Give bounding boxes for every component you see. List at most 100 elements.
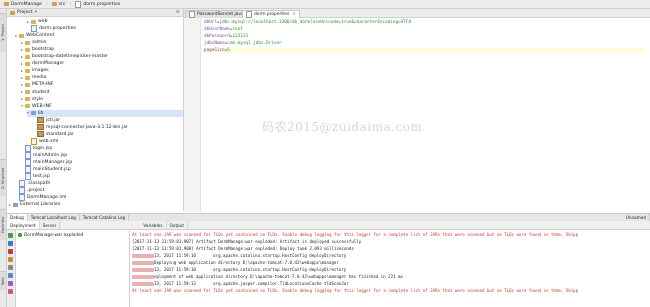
console-line-text: eployment of web application directory D…: [154, 274, 403, 279]
tree-item-label: web.xml: [39, 138, 59, 144]
breadcrumb-label: DormManage: [11, 1, 42, 7]
breadcrumb-file[interactable]: dorm.properties: [75, 0, 120, 8]
editor-gutter: [184, 18, 201, 212]
tool-tab-project[interactable]: 1: Project: [0, 13, 6, 52]
tree-item[interactable]: ▸ media: [21, 74, 46, 81]
tree-item-label: WEB-INF: [32, 103, 52, 109]
console-line-text: [2017-11-13 11:59:01,907] Artifact DormM…: [132, 239, 362, 244]
chevron-right-icon: ›: [69, 1, 72, 7]
console-line-text: 13, 2017 11:59:10 org.apache.catalina.st…: [154, 267, 347, 272]
tool-tab-favorites[interactable]: Favorites: [0, 209, 6, 240]
folder-icon: [25, 61, 30, 66]
properties-file-icon: [75, 0, 82, 8]
console-line: 13, 2017 11:59:10 org.apache.catalina.st…: [132, 253, 346, 258]
breadcrumb-src[interactable]: src ›: [51, 1, 72, 7]
folder-icon: [25, 75, 30, 80]
update-icon[interactable]: [8, 241, 13, 246]
tree-item[interactable]: ▸ admin: [21, 39, 46, 46]
folder-icon: [25, 40, 30, 45]
gear-icon[interactable]: ⚙: [176, 10, 180, 15]
console-line: [2017-11-13 11:59:01,908] Artifact DormM…: [132, 246, 354, 251]
tab-label: dorm.properties: [254, 12, 290, 17]
project-panel-header: Project ▾ ⚙: [7, 9, 183, 17]
tree-item[interactable]: .project: [15, 187, 44, 195]
tree-item[interactable]: ▸ student: [21, 89, 50, 96]
settings-icon[interactable]: [8, 273, 13, 278]
folder-icon: [25, 47, 30, 52]
jar-icon: [37, 124, 44, 131]
tree-item-label: mainManager.jsp: [33, 160, 73, 165]
tree-item-label: dormManager: [32, 61, 65, 67]
code-line: dbUrl=jdbc:mysql://localhost:3306/db_dor…: [204, 20, 411, 25]
breakpoints-icon[interactable]: [8, 257, 13, 262]
tree-item[interactable]: ▾ lib: [27, 109, 183, 117]
pin-icon[interactable]: [8, 281, 13, 286]
tab-deployment[interactable]: Deployment: [7, 221, 40, 229]
console-line-text: At least one JAR was scanned for TLDs ye…: [132, 232, 579, 237]
output-console[interactable]: At least one JAR was scanned for TLDs ye…: [130, 230, 650, 307]
tree-item[interactable]: ▸ style: [21, 96, 43, 103]
tree-item-label: test.jsp: [33, 174, 50, 180]
chevron-right-icon: ›: [45, 1, 48, 7]
stop-icon[interactable]: [8, 249, 13, 254]
tree-item[interactable]: web.xml: [27, 137, 59, 145]
debug-subtab-bar: Deployment Server Variables Output: [7, 221, 650, 230]
console-line: At least one JAR was scanned for TLDs ye…: [132, 288, 578, 293]
tool-tab-web[interactable]: Web: [0, 271, 6, 290]
tree-item[interactable]: mainManager.jsp: [21, 159, 72, 166]
tree-item[interactable]: test.jsp: [21, 173, 50, 181]
breadcrumb-project[interactable]: DormManage ›: [4, 2, 48, 7]
tab-unnamed[interactable]: Unnamed: [623, 214, 650, 221]
tree-item-label: lib: [38, 110, 44, 116]
tree-item-label: mainStudent.jsp: [33, 167, 71, 173]
code-line: dbUserName=root: [204, 27, 243, 32]
tab-dorm-properties[interactable]: dorm.properties ×: [242, 10, 300, 18]
console-line: eployment of web application directory D…: [132, 274, 403, 279]
tree-item[interactable]: ▸ META-INF: [21, 81, 53, 88]
tree-item[interactable]: ▾ WEB-INF: [21, 103, 52, 110]
tree-item[interactable]: ▸ images: [21, 67, 49, 74]
tree-item[interactable]: dorm.properties: [27, 25, 76, 33]
code-editor[interactable]: dbUrl=jdbc:mysql://localhost:3306/db_dor…: [201, 18, 650, 212]
tree-item[interactable]: standard.jar: [33, 131, 74, 138]
tab-variables[interactable]: Variables: [140, 221, 167, 229]
tree-item[interactable]: mainAdmin.jsp: [21, 151, 67, 159]
tree-item[interactable]: ▾ WebContent: [15, 32, 54, 39]
tree-item[interactable]: ▸ dormManager: [21, 60, 64, 67]
tree-item[interactable]: DormManage.iml: [15, 194, 66, 202]
tree-item[interactable]: mainStudent.jsp: [21, 166, 71, 174]
java-file-icon: [189, 11, 195, 18]
close-icon[interactable]: [8, 289, 13, 294]
tab-output[interactable]: Output: [167, 221, 189, 229]
tab-server[interactable]: Server: [40, 221, 61, 229]
properties-file-icon: [246, 11, 252, 18]
redacted-block: [132, 254, 154, 258]
tree-item[interactable]: ▸ bootstrap-datetimepicker-master: [21, 53, 108, 60]
chevron-down-icon[interactable]: ▾: [35, 10, 37, 15]
tree-item[interactable]: ▸ web: [27, 18, 48, 25]
tab-localhost-log[interactable]: Tomcat Localhost Log: [28, 214, 80, 221]
rerun-icon[interactable]: [8, 233, 13, 238]
deployment-item[interactable]: DormManage:war exploded: [18, 232, 83, 238]
tab-catalina-log[interactable]: Tomcat Catalina Log: [80, 214, 130, 221]
jsp-file-icon: [25, 159, 31, 166]
tree-item[interactable]: mysql-connector-java-3.1.12-bin.jar: [33, 124, 128, 131]
close-icon[interactable]: ×: [292, 12, 296, 17]
mute-breakpoints-icon[interactable]: [8, 265, 13, 270]
tree-item[interactable]: ▸ External Libraries: [9, 201, 60, 208]
console-line: 13, 2017 11:59:13 org.apache.jasper.comp…: [132, 281, 349, 286]
code-line: dbPassword=123123: [204, 34, 248, 39]
project-view-selector[interactable]: Project: [17, 10, 33, 15]
tree-item-label: standard.jar: [46, 131, 74, 137]
tree-item[interactable]: jstl.jar: [33, 117, 60, 124]
tab-debug[interactable]: Debug: [7, 214, 28, 221]
tree-item[interactable]: login.jsp: [21, 144, 52, 152]
file-icon: [19, 187, 25, 195]
tree-item-label: style: [32, 96, 44, 102]
tool-tab-structure[interactable]: 2: Structure: [0, 159, 6, 196]
tree-item-label: bootstrap: [32, 47, 55, 53]
folder-icon: [25, 97, 30, 102]
tree-item[interactable]: .classpath: [15, 180, 50, 188]
tree-item[interactable]: ▸ bootstrap: [21, 46, 54, 53]
folder-icon: [51, 2, 57, 6]
